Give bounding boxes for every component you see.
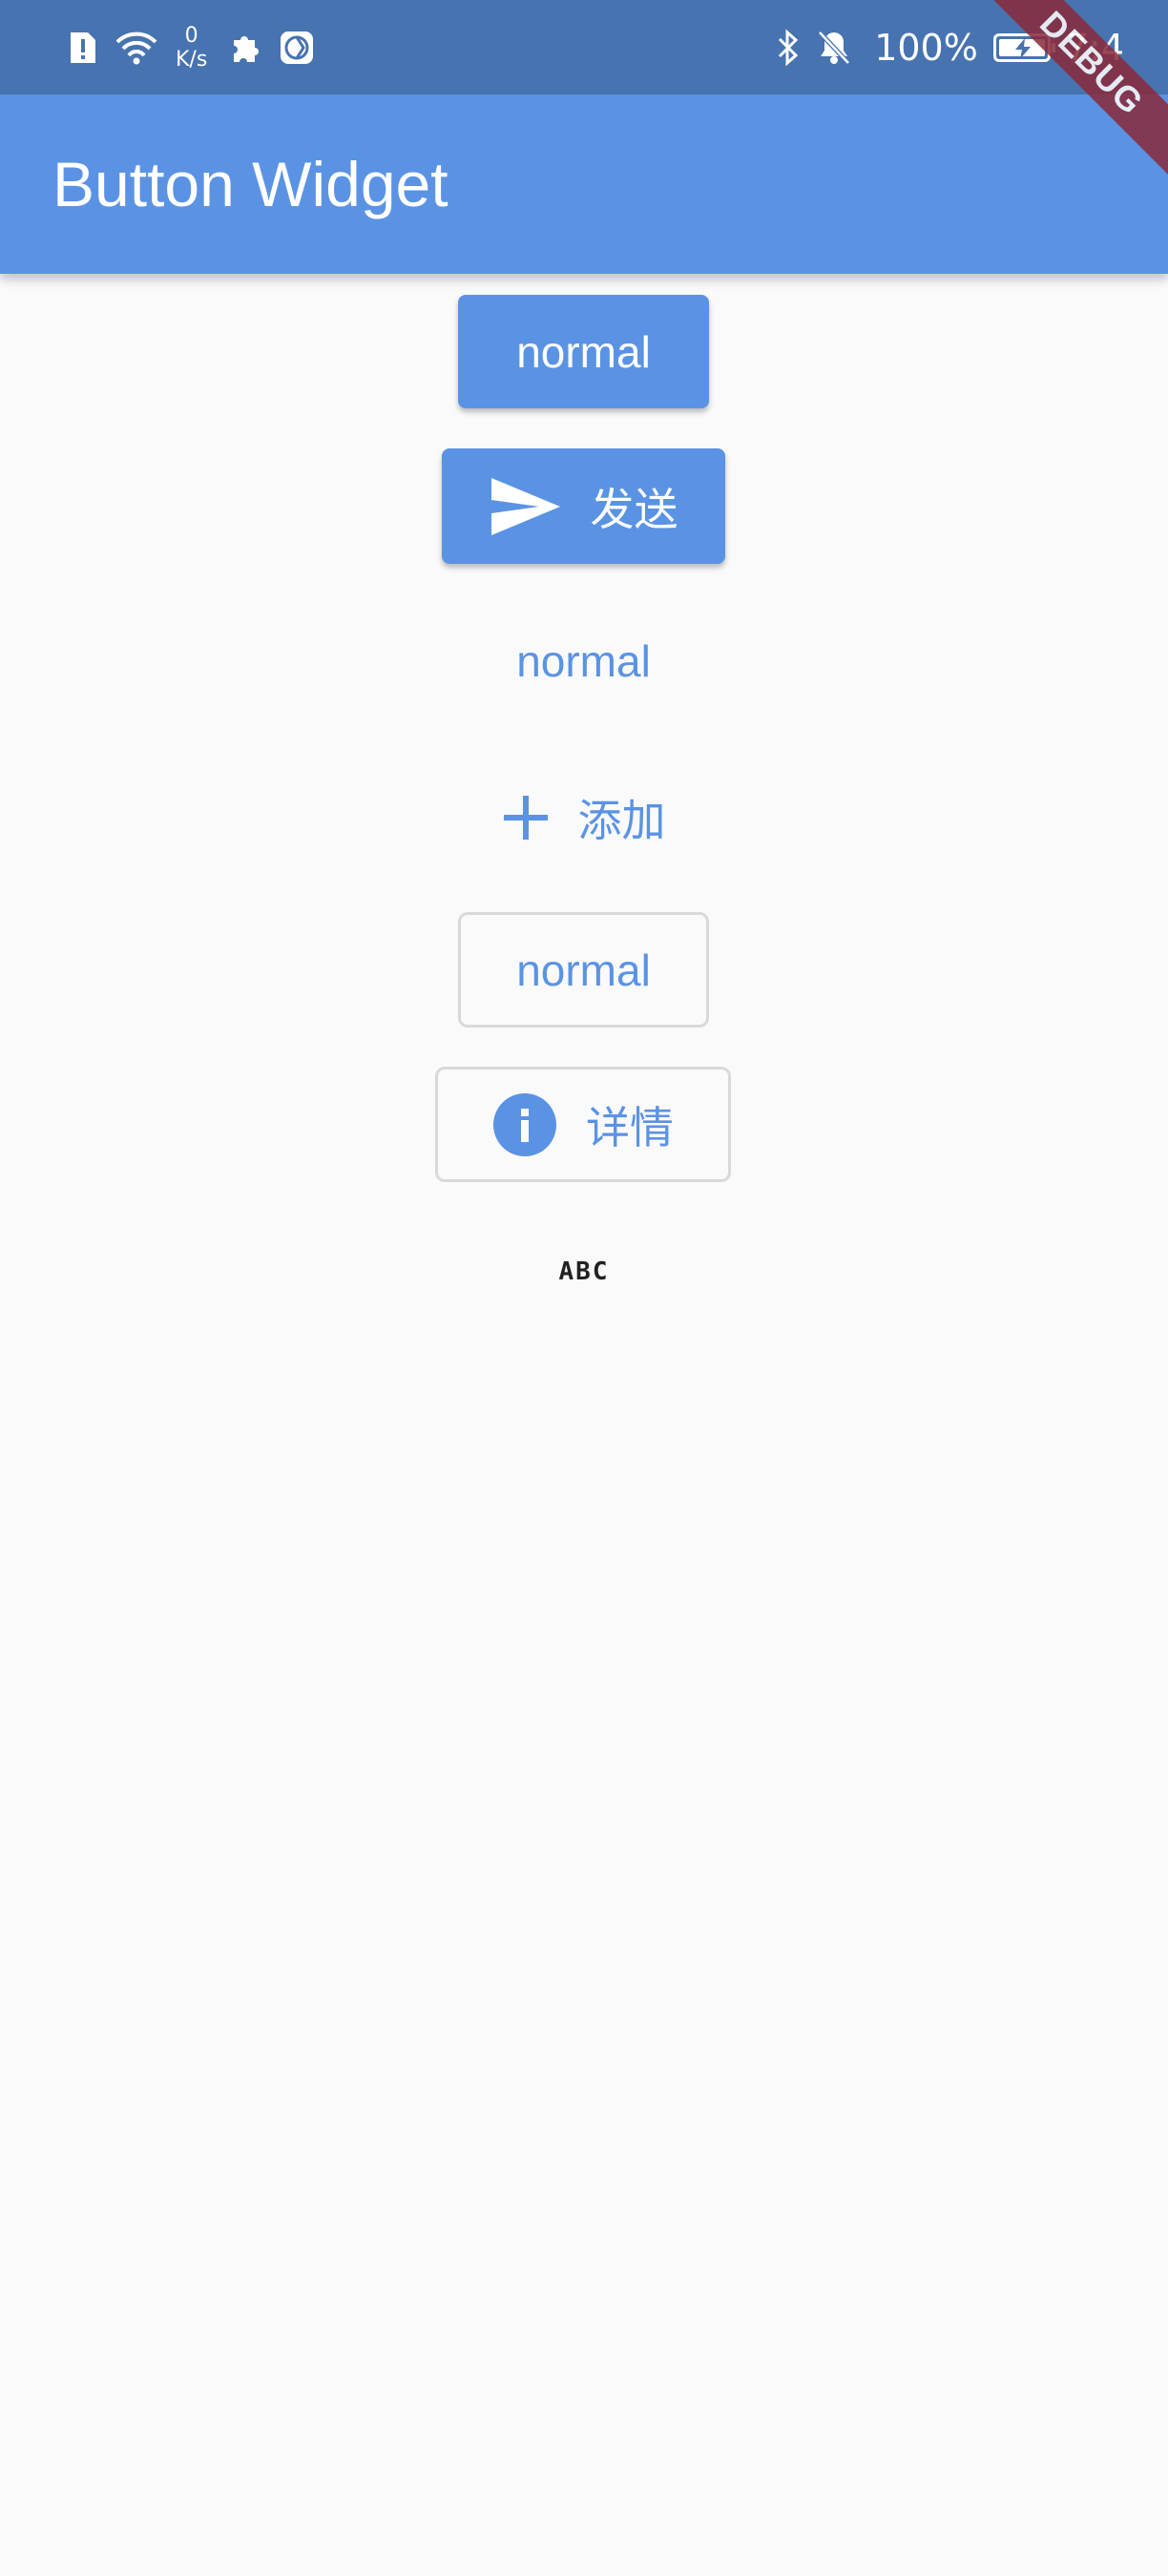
elevated-button[interactable]: normal: [458, 295, 709, 408]
status-bar-left: 0 K/s: [69, 0, 331, 94]
app-bar: Button Widget: [0, 94, 1168, 274]
network-speed: 0 K/s: [176, 24, 207, 72]
add-button-label: 添加: [577, 796, 666, 845]
abc-text: ABC: [558, 1257, 610, 1286]
wifi-icon: [115, 31, 158, 65]
alert-icon: [69, 31, 97, 65]
vpn-icon: [280, 31, 314, 65]
outlined-button-label: normal: [516, 945, 651, 995]
info-button-label: 详情: [586, 1102, 674, 1153]
puzzle-icon: [228, 31, 262, 65]
status-bar: 0 K/s 100% 7:4: [0, 0, 1168, 94]
page-title: Button Widget: [52, 149, 448, 219]
battery-percent: 100%: [874, 26, 978, 69]
elevated-button-label: normal: [516, 326, 651, 377]
outlined-button[interactable]: normal: [458, 912, 709, 1028]
info-button[interactable]: 详情: [435, 1067, 731, 1182]
send-button-label: 发送: [590, 484, 678, 534]
text-button[interactable]: normal: [458, 604, 709, 718]
bluetooth-icon: [777, 29, 800, 67]
mute-bell-icon: [817, 30, 851, 66]
add-button[interactable]: 添加: [458, 760, 709, 875]
send-button[interactable]: 发送: [442, 448, 725, 564]
network-speed-value: 0: [184, 23, 198, 48]
network-speed-unit: K/s: [176, 47, 208, 72]
info-icon: [492, 1092, 557, 1157]
send-icon: [490, 476, 562, 537]
text-button-label: normal: [516, 636, 651, 686]
add-icon: [502, 794, 550, 841]
